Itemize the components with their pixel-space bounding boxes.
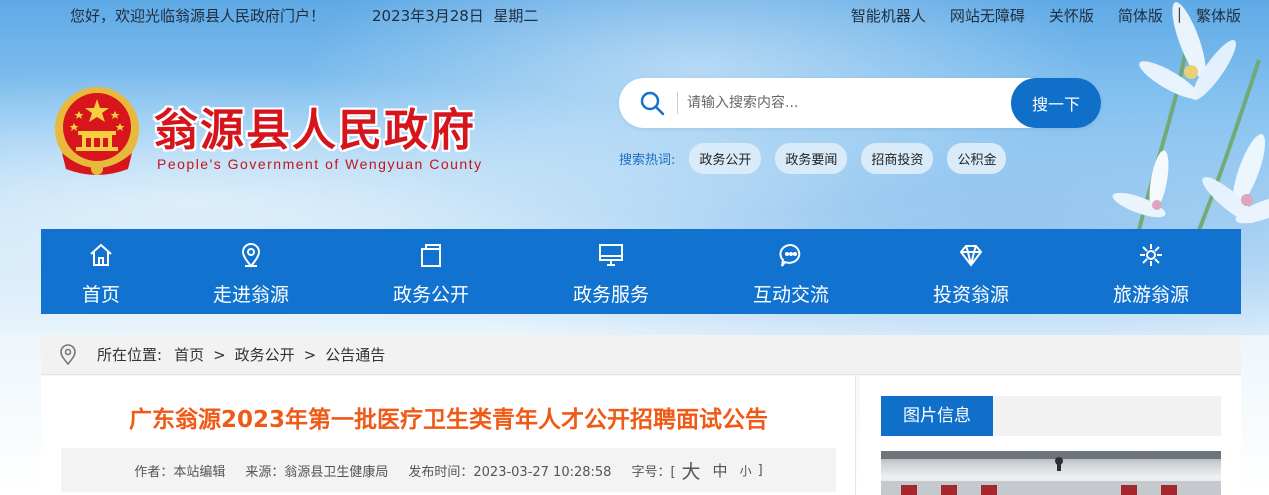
font-size-small[interactable]: 小	[740, 462, 752, 479]
search-box: 搜一下	[619, 78, 1101, 128]
link-simplified[interactable]: 简体版	[1118, 5, 1163, 26]
hot-word-tag[interactable]: 政务公开	[689, 142, 762, 174]
nav-label: 旅游翁源	[1112, 284, 1189, 306]
link-traditional[interactable]: 繁体版	[1196, 5, 1241, 26]
chat-icon	[779, 244, 801, 267]
search-button[interactable]: 搜一下	[1011, 78, 1101, 128]
hot-word-tag[interactable]: 政务要闻	[775, 142, 848, 174]
hot-word-tag[interactable]: 公积金	[947, 142, 1007, 174]
breadcrumb-link-gov-open[interactable]: 政务公开	[235, 344, 295, 365]
link-care-version[interactable]: 关怀版	[1049, 5, 1094, 26]
search-icon	[640, 91, 665, 116]
breadcrumb: 所在位置: 首页 > 政务公开 > 公告通告	[41, 335, 1241, 375]
hot-words: 搜索热词: 政务公开 政务要闻 招商投资 公积金	[619, 142, 1020, 174]
nav-item-about[interactable]: 走进翁源	[161, 229, 341, 314]
breadcrumb-link-home[interactable]: 首页	[174, 344, 204, 365]
nav-label: 投资翁源	[932, 284, 1009, 306]
home-icon	[90, 243, 112, 266]
sidebar: 图片信息	[860, 376, 1241, 495]
nav-item-interaction[interactable]: 互动交流	[701, 229, 881, 314]
nav-label: 互动交流	[752, 284, 829, 306]
picture-thumbnail-icon	[881, 451, 1221, 495]
nav-item-gov-service[interactable]: 政务服务	[521, 229, 701, 314]
site-title: 翁源县人民政府	[154, 105, 476, 156]
hot-words-label: 搜索热词:	[619, 152, 676, 168]
top-links-separator: |	[1176, 5, 1182, 23]
welcome-text: 您好，欢迎光临翁源县人民政府门户！	[70, 7, 326, 25]
breadcrumb-separator: >	[213, 345, 226, 364]
main-nav: 首页 走进翁源 政务公开 政务服务 互动交流 投资翁源 旅游翁源	[41, 229, 1241, 314]
nav-item-tourism[interactable]: 旅游翁源	[1061, 229, 1241, 314]
search-divider	[677, 92, 678, 114]
search-input[interactable]	[687, 88, 1007, 118]
flower-icon	[1140, 244, 1162, 266]
sidebar-picture[interactable]	[881, 451, 1221, 495]
article-author: 作者：本站编辑	[134, 464, 226, 480]
document-icon	[421, 244, 441, 267]
top-links: 智能机器人 网站无障碍 关怀版 简体版 | 繁体版	[827, 5, 1241, 26]
link-accessibility[interactable]: 网站无障碍	[950, 5, 1025, 26]
nav-item-invest[interactable]: 投资翁源	[881, 229, 1061, 314]
article-source: 来源：翁源县卫生健康局	[245, 464, 389, 480]
site-subtitle: People's Government of Wengyuan County	[157, 156, 483, 172]
national-emblem-icon[interactable]	[52, 83, 142, 179]
sidebar-tab-pictures[interactable]: 图片信息	[881, 396, 993, 436]
link-smart-robot[interactable]: 智能机器人	[851, 5, 926, 26]
monitor-icon	[599, 244, 623, 266]
font-size-medium[interactable]: 中	[713, 460, 728, 481]
nav-label: 首页	[81, 284, 120, 306]
article-panel: 广东翁源2023年第一批医疗卫生类青年人才公开招聘面试公告 作者：本站编辑 来源…	[41, 376, 856, 495]
nav-label: 走进翁源	[212, 284, 289, 306]
breadcrumb-separator: >	[303, 345, 317, 364]
font-size-bracket: ]	[757, 462, 763, 478]
breadcrumb-link-notices[interactable]: 公告通告	[325, 344, 385, 365]
location-pin-icon	[60, 343, 76, 365]
font-size-large[interactable]: 大	[682, 457, 701, 484]
font-size-label: 字号：[	[631, 464, 676, 480]
article-title: 广东翁源2023年第一批医疗卫生类青年人才公开招聘面试公告	[128, 407, 768, 433]
nav-item-home[interactable]: 首页	[41, 229, 161, 314]
diamond-icon	[959, 245, 983, 267]
nav-label: 政务公开	[392, 284, 469, 306]
hot-word-tag[interactable]: 招商投资	[861, 142, 934, 174]
article-published: 发布时间：2023-03-27 10:28:58	[408, 464, 612, 480]
current-date: 2023年3月28日 星期二	[372, 7, 539, 25]
top-bar: 您好，欢迎光临翁源县人民政府门户！ 2023年3月28日 星期二 智能机器人 网…	[0, 0, 1269, 30]
breadcrumb-prefix: 所在位置:	[97, 346, 163, 364]
article-meta: 作者：本站编辑 来源：翁源县卫生健康局 发布时间：2023-03-27 10:2…	[61, 448, 836, 492]
sidebar-header: 图片信息	[881, 396, 1221, 436]
nav-label: 政务服务	[572, 284, 649, 306]
nav-item-gov-open[interactable]: 政务公开	[341, 229, 521, 314]
location-icon	[241, 243, 261, 268]
